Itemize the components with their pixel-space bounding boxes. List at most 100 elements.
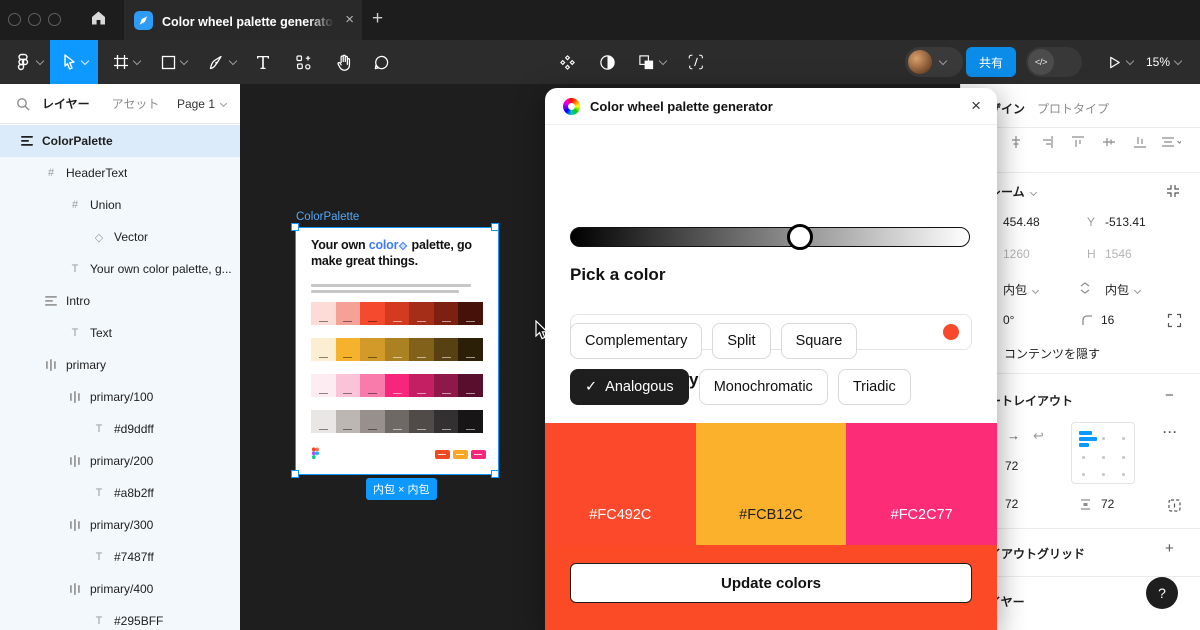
tab-close-icon[interactable]: × <box>345 11 354 29</box>
layer-row-295bff[interactable]: T #295BFF <box>0 605 240 630</box>
swatch-fcb12c[interactable]: #FCB12C <box>695 423 847 545</box>
swatch-fc492c[interactable]: #FC492C <box>545 423 696 545</box>
dev-mode-toggle[interactable]: </> <box>1026 47 1082 77</box>
layer-row-text[interactable]: T Text <box>0 317 240 349</box>
frame-tool-button[interactable] <box>104 40 148 84</box>
search-icon[interactable] <box>16 97 30 116</box>
comment-tool-button[interactable] <box>363 40 399 84</box>
comment-icon <box>373 54 390 71</box>
home-button[interactable] <box>84 7 112 33</box>
frame-label[interactable]: ColorPalette <box>296 211 359 223</box>
palette-cell <box>384 302 410 325</box>
align-v-center-icon[interactable] <box>1102 135 1116 152</box>
tab-prototype[interactable]: プロトタイプ <box>1037 100 1109 117</box>
rotation-value[interactable]: 0° <box>1003 313 1014 327</box>
traffic-light-close-icon[interactable] <box>8 13 21 26</box>
alignment-widget[interactable] <box>1071 422 1135 484</box>
traffic-light-minimize-icon[interactable] <box>28 13 41 26</box>
palette-type-square[interactable]: Square <box>780 323 858 359</box>
layer-row-primary-300[interactable]: primary/300 <box>0 509 240 541</box>
selection-handle[interactable] <box>291 223 299 231</box>
page-selector[interactable]: Page 1 <box>177 97 228 111</box>
mask-tool-button[interactable] <box>590 40 624 84</box>
brightness-slider[interactable] <box>570 224 970 250</box>
add-layout-grid-button[interactable]: + <box>1165 540 1174 557</box>
autolayout-horizontal-icon <box>68 455 82 467</box>
frame-icon: # <box>47 167 55 179</box>
layer-row-primary-100[interactable]: primary/100 <box>0 381 240 413</box>
component-tool-button[interactable] <box>550 40 584 84</box>
layer-row-vector[interactable]: ◇ Vector <box>0 221 240 253</box>
new-tab-button[interactable]: + <box>372 8 383 30</box>
layer-row-your-own-color-palette-g[interactable]: T Your own color palette, g... <box>0 253 240 285</box>
layer-row-intro[interactable]: Intro <box>0 285 240 317</box>
h-label: H <box>1087 247 1096 261</box>
layer-row-a8b2ff[interactable]: T #a8b2ff <box>0 477 240 509</box>
current-user-menu[interactable] <box>905 47 963 77</box>
gap-value[interactable]: 72 <box>1005 459 1018 473</box>
text-tool-button[interactable] <box>247 40 279 84</box>
tab-assets[interactable]: アセット <box>112 95 160 112</box>
selection-handle[interactable] <box>491 223 499 231</box>
layer-row-primary[interactable]: primary <box>0 349 240 381</box>
padding-h-value[interactable]: 72 <box>1005 497 1018 511</box>
hug-horizontal-dropdown[interactable]: 内包 <box>1003 281 1040 298</box>
layer-row-7487ff[interactable]: T #7487ff <box>0 541 240 573</box>
present-button[interactable] <box>1098 40 1142 84</box>
palette-type-monochromatic[interactable]: Monochromatic <box>698 369 828 405</box>
figma-menu-button[interactable] <box>8 40 50 84</box>
layer-row-d9ddff[interactable]: T #d9ddff <box>0 413 240 445</box>
update-colors-button[interactable]: Update colors <box>570 563 972 603</box>
x-value[interactable]: 454.48 <box>1003 215 1040 229</box>
layout-direction-right-icon[interactable]: → <box>1007 428 1020 443</box>
text-icon: T <box>95 487 103 499</box>
tab-layers[interactable]: レイヤー <box>42 95 90 112</box>
selection-handle[interactable] <box>491 470 499 478</box>
file-tab[interactable]: Color wheel palette generator (コミ × <box>124 0 362 40</box>
slider-handle[interactable] <box>786 224 813 250</box>
layer-row-colorpalette[interactable]: ColorPalette <box>0 125 240 157</box>
boolean-tool-button[interactable] <box>630 40 674 84</box>
layer-row-union[interactable]: # Union <box>0 189 240 221</box>
y-value[interactable]: -513.41 <box>1105 215 1146 229</box>
palette-type-analogous[interactable]: ✓ Analogous <box>570 369 689 405</box>
layer-row-primary-200[interactable]: primary/200 <box>0 445 240 477</box>
help-button[interactable]: ? <box>1146 577 1178 609</box>
move-tool-button[interactable] <box>50 40 98 84</box>
selection-handle[interactable] <box>291 470 299 478</box>
align-right-icon[interactable] <box>1040 135 1054 152</box>
remove-auto-layout-button[interactable]: − <box>1165 387 1174 404</box>
align-top-icon[interactable] <box>1071 135 1085 152</box>
layout-wrap-icon[interactable]: ↩ <box>1033 428 1044 444</box>
align-h-center-icon[interactable] <box>1009 135 1023 152</box>
distribute-menu-icon[interactable] <box>1161 135 1182 152</box>
corner-radius-value[interactable]: 16 <box>1101 313 1114 327</box>
align-bottom-icon[interactable] <box>1133 135 1147 152</box>
pen-tool-button[interactable] <box>200 40 244 84</box>
plugin-close-icon[interactable]: × <box>971 96 981 116</box>
traffic-light-zoom-icon[interactable] <box>48 13 61 26</box>
shape-tool-button[interactable] <box>152 40 196 84</box>
zoom-menu[interactable]: 15% <box>1146 40 1183 84</box>
share-button[interactable]: 共有 <box>966 47 1016 77</box>
w-value[interactable]: 1260 <box>1003 247 1030 261</box>
palette-type-split[interactable]: Split <box>712 323 771 359</box>
hand-tool-button[interactable] <box>325 40 361 84</box>
independent-padding-icon[interactable] <box>1167 498 1182 516</box>
plugin-header: Color wheel palette generator × <box>545 88 997 125</box>
h-value[interactable]: 1546 <box>1105 247 1132 261</box>
actions-tool-button[interactable] <box>285 40 321 84</box>
padding-v-value[interactable]: 72 <box>1101 497 1114 511</box>
independent-corners-icon[interactable] <box>1167 313 1182 331</box>
palette-type-complementary[interactable]: Complementary <box>570 323 703 359</box>
layer-row-primary-400[interactable]: primary/400 <box>0 573 240 605</box>
clip-content-label[interactable]: コンテンツを隠す <box>1004 345 1100 362</box>
colorpalette-frame[interactable]: Your own color palette, go make great th… <box>296 228 498 474</box>
embed-code-button[interactable] <box>678 40 714 84</box>
layer-row-headertext[interactable]: # HeaderText <box>0 157 240 189</box>
auto-layout-more-button[interactable]: ··· <box>1163 425 1178 439</box>
collapse-icon[interactable] <box>1165 183 1181 202</box>
palette-type-triadic[interactable]: Triadic <box>837 369 911 405</box>
hug-vertical-dropdown[interactable]: 内包 <box>1105 281 1142 298</box>
swatch-fc2c77[interactable]: #FC2C77 <box>846 423 997 545</box>
